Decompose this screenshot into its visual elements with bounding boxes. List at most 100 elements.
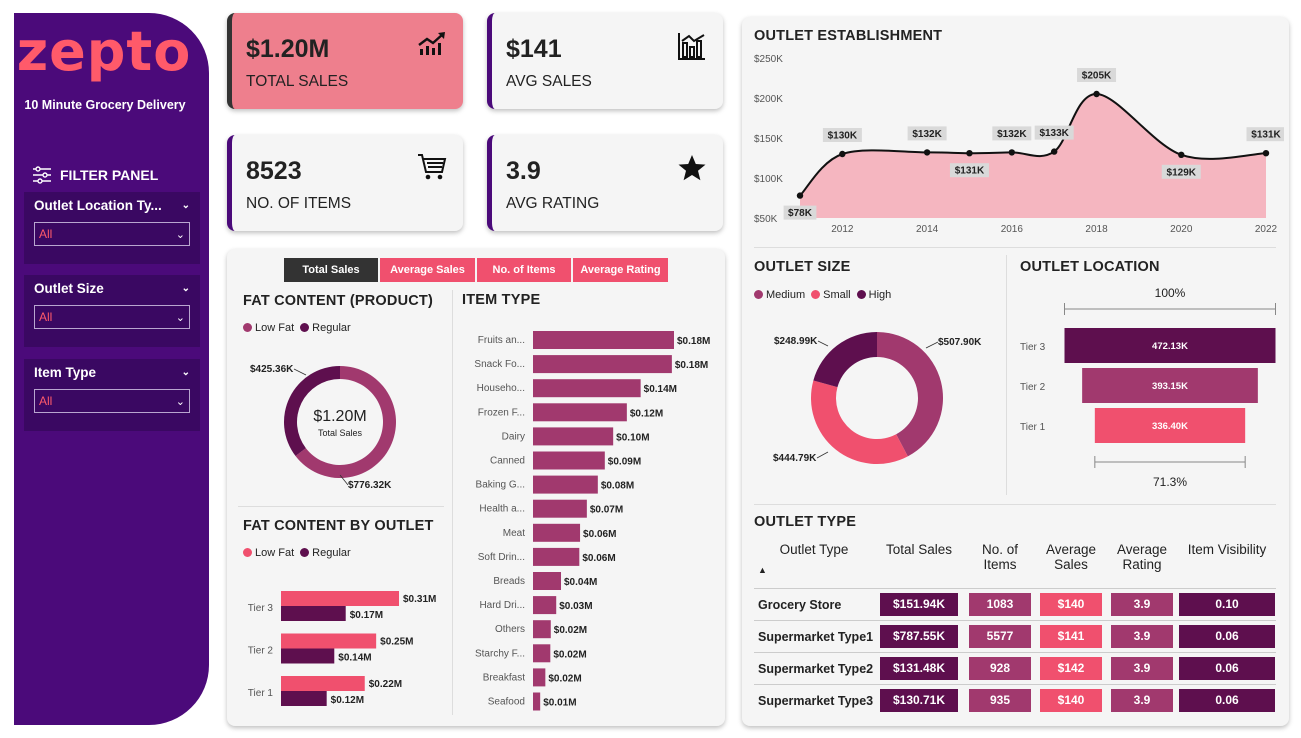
- legend-item-medium[interactable]: Medium: [754, 289, 805, 301]
- item-type-bar[interactable]: [533, 355, 672, 374]
- cell-average-sales: $140: [1036, 684, 1106, 716]
- item-type-title: ITEM TYPE: [462, 292, 541, 308]
- cell-average-rating: 3.9: [1106, 588, 1178, 620]
- col-total-sales[interactable]: Total Sales: [874, 538, 964, 588]
- item-type-data-label: $0.14M: [644, 384, 677, 395]
- funnel-bottom-label: 71.3%: [1153, 475, 1187, 489]
- data-point[interactable]: [839, 150, 846, 158]
- data-point[interactable]: [1008, 149, 1016, 156]
- item-type-bar[interactable]: [533, 523, 581, 542]
- bar-chart-icon: [678, 33, 705, 60]
- outlet-size-title: OUTLET SIZE: [754, 259, 851, 275]
- data-point[interactable]: [923, 149, 931, 156]
- item-type-bar[interactable]: [533, 451, 605, 470]
- size-label-small: $444.79K: [773, 453, 817, 464]
- legend-item-regular[interactable]: Regular: [300, 547, 351, 559]
- data-point[interactable]: [1262, 150, 1270, 157]
- legend-item-high[interactable]: High: [856, 289, 891, 301]
- cell-no-of-items: 935: [964, 684, 1036, 716]
- bar-label-regular: $0.12M: [331, 695, 364, 706]
- bar-regular[interactable]: [281, 606, 346, 621]
- item-type-bar[interactable]: [533, 331, 674, 349]
- filter-label: Outlet Size: [34, 281, 104, 296]
- outlet-size-dropdown[interactable]: All ⌄: [34, 305, 190, 329]
- item-type-bar[interactable]: [533, 668, 546, 687]
- table-row[interactable]: Supermarket Type1 $787.55K 5577 $141 3.9 0.06: [754, 620, 1276, 652]
- legend-item-regular[interactable]: Regular: [300, 322, 351, 334]
- divider: [754, 247, 1276, 248]
- tab-average-sales[interactable]: Average Sales: [380, 258, 475, 282]
- trend-up-icon: [418, 32, 445, 55]
- sort-ascending-icon[interactable]: ▲: [754, 565, 874, 575]
- col-average-sales[interactable]: Average Sales: [1036, 538, 1106, 588]
- cell-item-visibility: 0.10: [1178, 588, 1276, 620]
- outlet-location-dropdown[interactable]: All ⌄: [34, 222, 190, 246]
- kpi-label: AVG SALES: [506, 73, 592, 90]
- y-tick-label: $100K: [754, 174, 783, 185]
- item-type-data-label: $0.02M: [553, 649, 586, 660]
- donut-slice-medium[interactable]: [877, 332, 943, 457]
- item-type-bar[interactable]: [533, 596, 557, 615]
- data-point[interactable]: [796, 192, 804, 199]
- bar-low-fat[interactable]: [281, 591, 399, 606]
- kpi-items: 8523 NO. OF ITEMS: [227, 135, 463, 231]
- bar-regular[interactable]: [281, 648, 335, 664]
- data-point[interactable]: [1178, 151, 1185, 158]
- table-row[interactable]: Grocery Store $151.94K 1083 $140 3.9 0.10: [754, 588, 1276, 620]
- outlet-type-title: OUTLET TYPE: [754, 514, 857, 530]
- funnel-data-label: 472.13K: [1152, 341, 1188, 352]
- funnel-tick-label: Tier 3: [1020, 342, 1046, 353]
- item-type-dropdown[interactable]: All ⌄: [34, 389, 190, 413]
- data-point[interactable]: [966, 150, 973, 157]
- funnel-tick-label: Tier 2: [1020, 382, 1046, 393]
- cell-average-rating: 3.9: [1106, 684, 1178, 716]
- kpi-value: $1.20M: [246, 35, 330, 63]
- table-row[interactable]: Supermarket Type3 $130.71K 935 $140 3.9 0.06: [754, 684, 1276, 716]
- chevron-down-icon[interactable]: ⌄: [182, 367, 190, 378]
- chevron-down-icon[interactable]: ⌄: [182, 283, 190, 294]
- bar-low-fat[interactable]: [281, 633, 377, 649]
- item-type-bar[interactable]: [533, 379, 641, 398]
- col-outlet-type[interactable]: Outlet Type ▲: [754, 538, 874, 588]
- tab-average-rating[interactable]: Average Rating: [573, 258, 668, 282]
- x-tick-label: 2012: [831, 224, 854, 235]
- donut-slice-small[interactable]: [811, 380, 908, 464]
- legend-item-low-fat[interactable]: Low Fat: [243, 322, 294, 334]
- col-item-visibility[interactable]: Item Visibility: [1178, 538, 1276, 588]
- chevron-down-icon[interactable]: ⌄: [182, 200, 190, 211]
- item-type-bar[interactable]: [533, 427, 614, 446]
- item-type-bar[interactable]: [533, 547, 580, 566]
- col-average-rating[interactable]: Average Rating: [1106, 538, 1178, 588]
- item-type-bar[interactable]: [533, 403, 627, 422]
- data-point[interactable]: [1093, 90, 1100, 98]
- item-type-bar[interactable]: [533, 620, 551, 639]
- bar-regular[interactable]: [281, 691, 327, 706]
- tab-total-sales[interactable]: Total Sales: [284, 258, 378, 282]
- filter-label: Item Type: [34, 365, 97, 380]
- table-row[interactable]: Supermarket Type2 $131.48K 928 $142 3.9 0.06: [754, 652, 1276, 684]
- data-point[interactable]: [1050, 148, 1058, 155]
- cell-outlet-type: Supermarket Type2: [754, 652, 874, 684]
- item-type-data-label: $0.07M: [590, 505, 623, 516]
- divider: [238, 506, 444, 507]
- item-type-tick-label: Hard Dri...: [479, 600, 525, 611]
- legend-item-small[interactable]: Small: [811, 289, 851, 301]
- zepto-logo: zepto: [16, 20, 192, 83]
- item-type-chart: Fruits an... $0.18M Snack Fo... $0.18M House…: [474, 331, 710, 711]
- donut-label-regular: $425.36K: [250, 364, 294, 375]
- item-type-bar[interactable]: [533, 692, 541, 711]
- bar-low-fat[interactable]: [281, 676, 365, 691]
- tab-no-of-items[interactable]: No. of Items: [477, 258, 571, 282]
- item-type-bar[interactable]: [533, 475, 598, 494]
- item-type-bar[interactable]: [533, 644, 551, 663]
- col-no-of-items[interactable]: No. of Items: [964, 538, 1036, 588]
- legend-item-low-fat[interactable]: Low Fat: [243, 547, 294, 559]
- item-type-bar[interactable]: [533, 499, 587, 518]
- cell-no-of-items: 928: [964, 652, 1036, 684]
- kpi-label: NO. OF ITEMS: [246, 195, 352, 212]
- donut-slice-high[interactable]: [813, 332, 877, 388]
- bar-label-regular: $0.14M: [338, 653, 371, 664]
- item-type-bar[interactable]: [533, 572, 562, 590]
- cell-outlet-type: Supermarket Type1: [754, 620, 874, 652]
- item-type-tick-label: Dairy: [502, 431, 525, 442]
